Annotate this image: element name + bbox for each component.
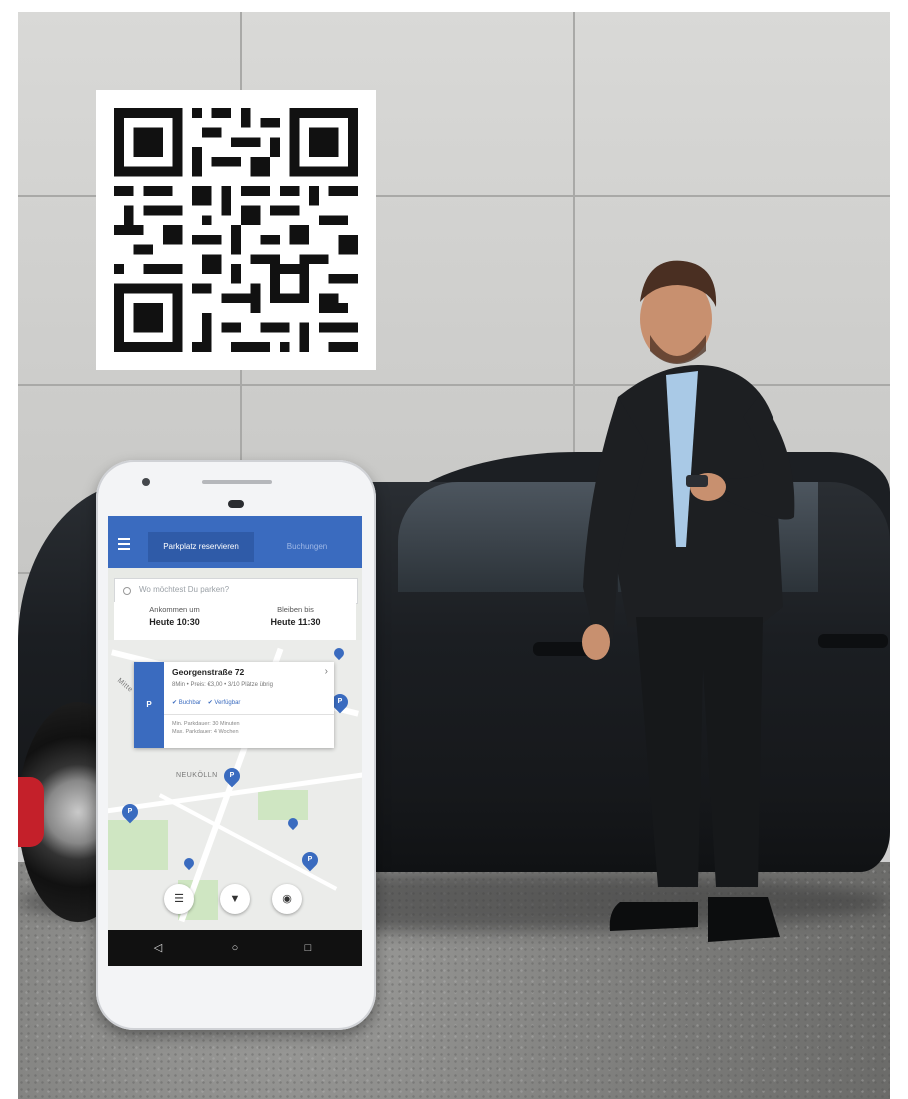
arrive-value: Heute 10:30 — [149, 617, 200, 627]
parking-badges: ✔ Buchbar ✔ Verfügbar — [172, 699, 240, 706]
app-bar: Parkplatz reservieren Buchungen — [108, 516, 362, 568]
tab-reserve[interactable]: Parkplatz reservieren — [148, 532, 254, 562]
info-max: Max. Parkdauer: 4 Wochen — [172, 729, 239, 735]
search-box[interactable]: Wo möchtest Du parken? — [114, 578, 358, 604]
street-label: Mitte — [115, 677, 134, 694]
arrive-time[interactable]: Ankommen um Heute 10:30 — [114, 605, 235, 627]
location-dot[interactable] — [181, 855, 197, 871]
divider — [164, 714, 334, 715]
badge-bookable: ✔ Buchbar — [172, 700, 202, 706]
badge-available: ✔ Verfügbar — [207, 700, 241, 706]
app-screen: Parkplatz reservieren Buchungen Wo möcht… — [108, 516, 362, 966]
back-icon[interactable]: ◁ — [148, 938, 168, 958]
location-dot[interactable] — [331, 645, 347, 661]
location-button[interactable]: ◉ — [272, 884, 302, 914]
proximity-sensor — [228, 500, 244, 508]
map-park — [108, 820, 168, 870]
map-park — [258, 790, 308, 820]
android-nav-bar: ◁ ○ □ — [108, 930, 362, 966]
stay-time[interactable]: Bleiben bis Heute 11:30 — [235, 605, 356, 627]
arrive-label: Ankommen um — [149, 605, 200, 614]
stay-label: Bleiben bis — [277, 605, 314, 614]
filter-button[interactable]: ▼ — [220, 884, 250, 914]
phone-mockup: Parkplatz reservieren Buchungen Wo möcht… — [96, 460, 376, 1030]
home-icon[interactable]: ○ — [225, 938, 245, 958]
parking-info: Min. Parkdauer: 30 Minuten Max. Parkdaue… — [172, 720, 240, 736]
recents-icon[interactable]: □ — [298, 938, 318, 958]
search-icon — [123, 587, 131, 595]
chevron-right-icon[interactable]: › — [325, 666, 328, 677]
filter-icon: ▼ — [229, 893, 241, 905]
time-selector: Ankommen um Heute 10:30 Bleiben bis Heut… — [114, 602, 356, 641]
search-input[interactable]: Wo möchtest Du parken? — [139, 585, 229, 594]
info-min: Min. Parkdauer: 30 Minuten — [172, 721, 240, 727]
sort-button[interactable]: ☰ — [164, 884, 194, 914]
menu-icon[interactable] — [118, 538, 130, 550]
tab-bookings[interactable]: Buchungen — [254, 532, 360, 562]
location-icon: ◉ — [282, 893, 292, 905]
parking-pin[interactable]: P — [118, 800, 142, 824]
parking-pin[interactable]: P — [298, 848, 322, 872]
man-figure — [582, 260, 795, 942]
parking-subtitle: 8Min • Preis: €3,00 • 3/10 Plätze übrig — [172, 682, 273, 688]
parking-title: Georgenstraße 72 — [172, 667, 245, 677]
speaker-grille — [202, 480, 272, 484]
stay-value: Heute 11:30 — [270, 617, 321, 627]
parking-marker: P — [134, 662, 164, 748]
parking-pin[interactable]: P — [220, 764, 244, 788]
district-label: NEUKÖLLN — [176, 772, 218, 779]
front-camera — [142, 478, 150, 486]
map-road — [158, 793, 338, 891]
sort-icon: ☰ — [174, 893, 184, 905]
door-handle — [818, 634, 888, 648]
parking-card[interactable]: P Georgenstraße 72 › 8Min • Preis: €3,00… — [134, 662, 334, 748]
brake-caliper — [18, 777, 44, 847]
qr-code — [96, 90, 376, 370]
